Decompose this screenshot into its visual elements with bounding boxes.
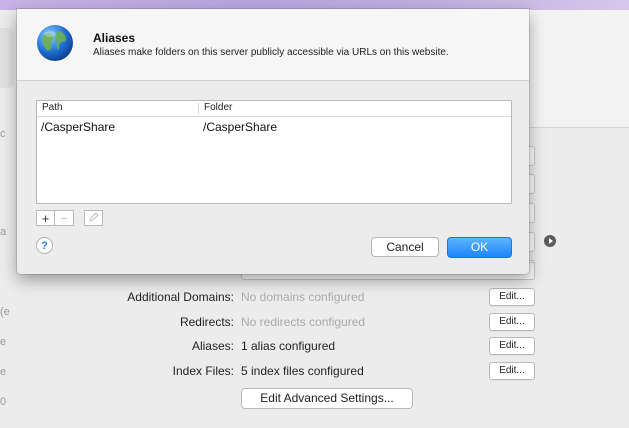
background-left-letter: a: [0, 226, 7, 238]
pencil-icon: [88, 211, 99, 225]
table-row[interactable]: /CasperShare /CasperShare: [37, 117, 511, 135]
background-left-letter: c: [0, 128, 6, 140]
redirects-value: No redirects configured: [241, 315, 366, 329]
sheet-header: Aliases Aliases make folders on this ser…: [17, 9, 529, 81]
folder-column-header[interactable]: Folder: [204, 102, 232, 113]
add-remove-control: + −: [36, 210, 74, 226]
edit-alias-button[interactable]: [84, 210, 103, 226]
add-button[interactable]: +: [36, 210, 55, 226]
sheet-description: Aliases make folders on this server publ…: [93, 47, 449, 58]
globe-icon: [35, 23, 75, 63]
cancel-button[interactable]: Cancel: [371, 237, 439, 257]
edit-index-files-button[interactable]: Edit...: [489, 362, 535, 380]
additional-domains-value: No domains configured: [241, 290, 365, 304]
redirects-label: Redirects:: [179, 315, 234, 329]
background-header-panel: [522, 10, 629, 128]
index-files-value: 5 index files configured: [241, 364, 364, 378]
index-files-label: Index Files:: [172, 364, 234, 378]
aliases-value: 1 alias configured: [241, 339, 336, 353]
aliases-sheet: Aliases Aliases make folders on this ser…: [17, 9, 529, 274]
aliases-table[interactable]: Path Folder /CasperShare /CasperShare: [36, 100, 512, 204]
column-divider: [198, 103, 199, 114]
arrow-circle-icon[interactable]: [544, 235, 556, 247]
edit-redirects-button[interactable]: Edit...: [489, 313, 535, 331]
additional-domains-label: Additional Domains:: [127, 290, 234, 304]
background-left-letter: 0: [0, 396, 7, 408]
ok-button[interactable]: OK: [447, 237, 512, 258]
server-website-settings: c a (e e e 0 Additional Domains: No doma…: [0, 0, 629, 428]
table-header: Path Folder: [37, 101, 511, 117]
remove-button[interactable]: −: [55, 210, 74, 226]
edit-additional-domains-button[interactable]: Edit...: [489, 288, 535, 306]
path-column-header[interactable]: Path: [42, 102, 63, 113]
edit-aliases-button[interactable]: Edit...: [489, 337, 535, 355]
aliases-label: Aliases:: [191, 339, 234, 353]
edit-advanced-settings-button[interactable]: Edit Advanced Settings...: [241, 388, 413, 409]
alias-folder-cell: /CasperShare: [203, 120, 278, 134]
sheet-title: Aliases: [93, 31, 136, 45]
alias-path-cell: /CasperShare: [41, 120, 116, 134]
help-button[interactable]: ?: [36, 237, 53, 254]
background-left-fragment: [0, 28, 14, 88]
